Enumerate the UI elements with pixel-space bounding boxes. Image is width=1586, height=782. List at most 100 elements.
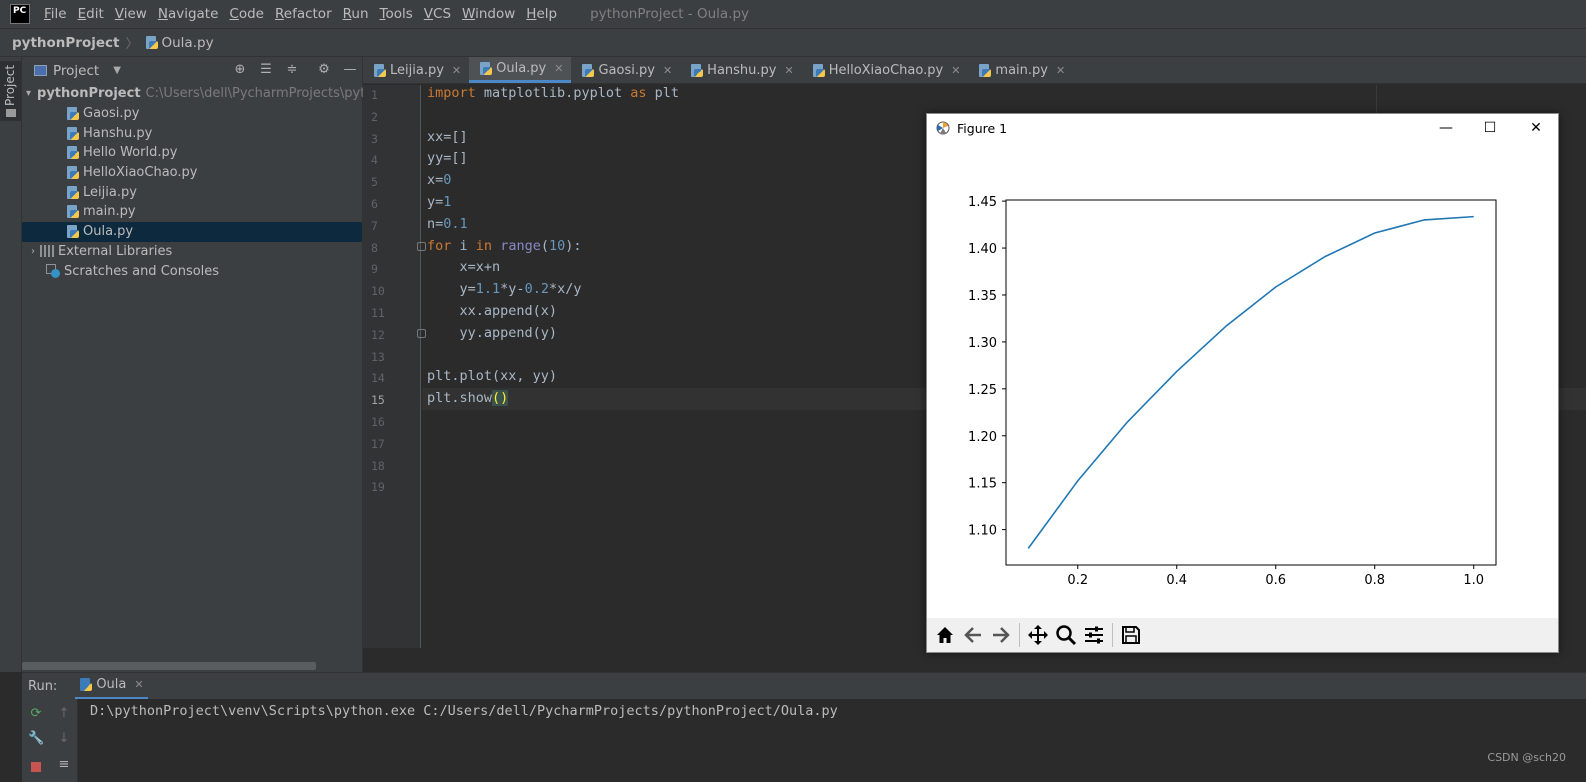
menu-item[interactable]: File (44, 6, 67, 22)
figure-titlebar[interactable]: Figure 1 — ☐ ✕ (927, 114, 1558, 142)
editor-tab[interactable]: Oula.py ✕ (469, 57, 572, 83)
wrench-icon[interactable]: 🔧 (28, 731, 44, 747)
python-file-icon (690, 63, 704, 77)
editor-tab[interactable]: Gaosi.py ✕ (571, 57, 680, 83)
external-libraries-label: External Libraries (58, 243, 173, 259)
breadcrumb-project[interactable]: pythonProject (12, 35, 119, 51)
code-line: plt.show() (427, 390, 509, 407)
line-number: 15 (371, 393, 385, 408)
zoom-icon[interactable] (1052, 621, 1080, 649)
code-line: n=0.1 (427, 215, 468, 232)
toolbar-separator (1019, 623, 1020, 647)
console-output[interactable]: D:\pythonProject\venv\Scripts\python.exe… (90, 703, 838, 719)
y-tick-label: 1.35 (968, 289, 997, 304)
scratches-icon (46, 264, 60, 279)
close-icon[interactable]: ✕ (1056, 64, 1065, 77)
menu-item[interactable]: Edit (78, 6, 104, 22)
close-icon[interactable]: ✕ (134, 678, 143, 691)
fold-marker-icon[interactable] (417, 242, 426, 251)
menu-item[interactable]: Refactor (275, 6, 332, 22)
tree-root[interactable]: ▾ pythonProject C:\Users\dell\PycharmPro… (22, 84, 382, 104)
tree-scratches[interactable]: Scratches and Consoles (22, 261, 362, 281)
rerun-icon[interactable]: ⟳ (28, 706, 44, 722)
python-file-icon (978, 63, 992, 77)
forward-arrow-icon[interactable] (987, 621, 1015, 649)
menu-item[interactable]: Run (343, 6, 369, 22)
chevron-right-icon[interactable]: › (26, 246, 40, 257)
figure-canvas[interactable]: 0.2 0.4 0.6 0.8 1.0 1.10 1.15 1.20 1.25 1.30 1.35 1… (927, 142, 1558, 618)
menu-item[interactable]: Tools (380, 6, 413, 22)
menu-label-rest: CS (433, 6, 452, 22)
tree-file-item[interactable]: Leijia.py (22, 182, 362, 202)
tree-external-libraries[interactable]: › External Libraries (22, 242, 362, 262)
configure-subplots-icon[interactable] (1080, 621, 1108, 649)
close-icon[interactable]: ✕ (663, 64, 672, 77)
editor-tab-label: Hanshu.py (707, 62, 777, 78)
editor-tab[interactable]: main.py ✕ (968, 57, 1073, 83)
soft-wrap-icon[interactable]: ≡ (56, 757, 72, 773)
tree-file-item[interactable]: main.py (22, 202, 362, 222)
menu-label-rest: avigate (167, 6, 219, 22)
home-icon[interactable] (931, 621, 959, 649)
editor-tab-label: HelloXiaoChao.py (828, 62, 944, 78)
menu-item[interactable]: View (115, 6, 147, 22)
menu-item[interactable]: Help (526, 6, 557, 22)
project-tool-tab-label: Project (3, 64, 17, 106)
arrow-up-icon[interactable]: ↑ (56, 706, 72, 722)
menu-label-rest: indow (475, 6, 516, 22)
figure-window: Figure 1 — ☐ ✕ 0.2 0.4 0.6 0.8 1.0 1.10 1.15 1.… (926, 113, 1559, 653)
pan-icon[interactable] (1024, 621, 1052, 649)
breadcrumb-file[interactable]: Oula.py (145, 35, 214, 51)
matplotlib-icon (935, 120, 951, 136)
menu-mnemonic: V (114, 6, 124, 22)
chevron-down-icon[interactable]: ▾ (26, 88, 31, 99)
menu-item[interactable]: Code (229, 6, 264, 22)
locate-target-icon[interactable]: ⊕ (232, 62, 248, 78)
line-number: 5 (371, 175, 378, 190)
code-line: import matplotlib.pyplot as plt (427, 85, 679, 101)
menu-item[interactable]: Window (462, 6, 515, 22)
y-tick-label: 1.25 (968, 383, 997, 398)
line-number: 10 (371, 284, 385, 299)
tree-file-label: Hanshu.py (83, 125, 153, 141)
tree-file-item[interactable]: HelloXiaoChao.py (22, 163, 362, 183)
close-icon[interactable]: ✕ (784, 64, 793, 77)
tree-file-item[interactable]: Gaosi.py (22, 104, 362, 124)
horizontal-scrollbar[interactable] (22, 662, 316, 670)
minimize-icon[interactable]: — (342, 62, 358, 78)
back-arrow-icon[interactable] (959, 621, 987, 649)
arrow-down-icon[interactable]: ↓ (56, 731, 72, 747)
menu-item[interactable]: VCS (424, 6, 451, 22)
close-window-button[interactable]: ✕ (1513, 114, 1559, 142)
close-icon[interactable]: ✕ (554, 62, 563, 75)
save-icon[interactable] (1117, 621, 1145, 649)
editor-tab[interactable]: HelloXiaoChao.py ✕ (802, 57, 969, 83)
collapse-all-icon[interactable]: ≑ (284, 62, 300, 78)
pycharm-logo-icon: PC (10, 4, 30, 24)
close-icon[interactable]: ✕ (951, 64, 960, 77)
menu-item[interactable]: Navigate (158, 6, 219, 22)
editor-tab[interactable]: Hanshu.py ✕ (680, 57, 802, 83)
watermark: CSDN @sch20 (1487, 751, 1566, 764)
python-file-icon (66, 185, 79, 199)
tree-file-item[interactable]: Hanshu.py (22, 123, 362, 143)
project-panel-title[interactable]: Project (53, 63, 99, 79)
x-tick-label: 1.0 (1463, 573, 1484, 588)
maximize-window-button[interactable]: ☐ (1467, 114, 1513, 142)
editor-tab[interactable]: Leijia.py ✕ (363, 57, 469, 83)
run-tab[interactable]: Oula ✕ (75, 673, 148, 700)
editor-tab-label: main.py (995, 62, 1048, 78)
minimize-window-button[interactable]: — (1423, 114, 1469, 142)
stop-icon[interactable] (28, 761, 44, 777)
tree-file-item[interactable]: Oula.py (22, 221, 362, 242)
root-folder-name: pythonProject (37, 86, 141, 102)
chevron-down-icon[interactable]: ▼ (113, 65, 121, 76)
y-tick-label: 1.30 (968, 336, 997, 351)
tree-file-item[interactable]: Hello World.py (22, 143, 362, 163)
expand-all-icon[interactable]: ☰ (258, 62, 274, 78)
fold-marker-icon[interactable] (417, 329, 426, 338)
project-panel-header: Project ▼ ⊕ ☰ ≑ ⚙ — (22, 57, 362, 84)
close-icon[interactable]: ✕ (452, 64, 461, 77)
gear-icon[interactable]: ⚙ (316, 62, 332, 78)
line-number: 12 (371, 327, 385, 342)
